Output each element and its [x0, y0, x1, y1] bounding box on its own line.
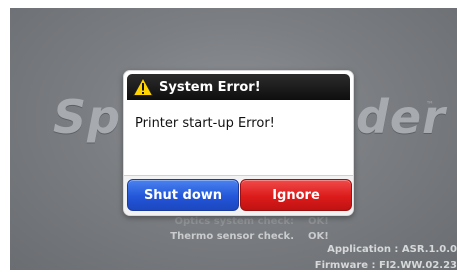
application-version: Application : ASR.1.0.0 [327, 244, 457, 255]
brand-logo-left: Sp [53, 90, 122, 144]
dialog-button-row: Shut down Ignore [124, 175, 353, 215]
dialog-body: Printer start-up Error! [127, 100, 350, 174]
check-label: Optics system check: [174, 216, 294, 227]
system-check-list: Optics system check: OK! Thermo sensor c… [146, 214, 329, 244]
check-row: Optics system check: OK! [146, 214, 329, 229]
error-message: Printer start-up Error! [135, 116, 275, 131]
firmware-version: Firmware : FI2.WW.02.23 [314, 260, 457, 270]
ignore-button[interactable]: Ignore [240, 179, 352, 211]
check-row: Thermo sensor check. OK! [146, 229, 329, 244]
check-status: OK! [308, 216, 329, 227]
warning-icon [132, 76, 154, 97]
system-error-dialog: System Error! Printer start-up Error! Sh… [123, 70, 354, 216]
brand-logo-right: der [356, 90, 446, 144]
dialog-title: System Error! [159, 79, 261, 95]
dialog-header: System Error! [127, 74, 350, 100]
version-info: Application : ASR.1.0.0 Firmware : FI2.W… [315, 242, 457, 270]
trademark-symbol: ™ [426, 100, 434, 109]
check-label: Thermo sensor check. [170, 231, 294, 242]
shutdown-button[interactable]: Shut down [127, 179, 239, 211]
